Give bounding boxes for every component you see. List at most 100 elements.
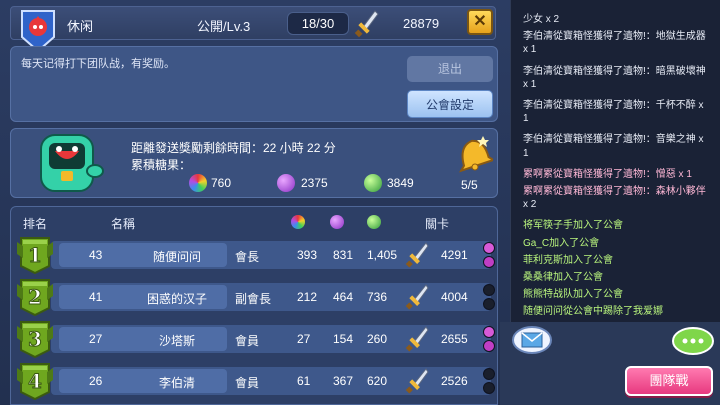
purple-candy-value: 367: [333, 374, 354, 388]
member-role: 副會長: [235, 292, 272, 306]
green-candy-value: 736: [367, 290, 388, 304]
rainbow-candy-value: 27: [297, 332, 311, 346]
rank-badge-icon: 1: [17, 237, 53, 274]
chat-message: 李伯清從寶箱怪獲得了遺物!：千杯不醉 x: [523, 100, 704, 111]
chat-message: 1: [523, 113, 529, 125]
table-row[interactable]: 3 27 沙塔斯 會員 27 154 260 2655: [17, 321, 495, 358]
rank-number: 2: [28, 285, 42, 309]
status-dot: [483, 382, 495, 394]
guild-settings-button[interactable]: 公會設定: [407, 90, 493, 118]
chat-message: 将军筷子手加入了公會: [523, 220, 623, 232]
stage-value: 4004: [441, 290, 468, 304]
rank-badge-icon: 3: [17, 321, 53, 358]
chat-message: 熊熊特战队加入了公會: [523, 289, 623, 301]
sword-icon: [405, 242, 429, 268]
member-name: 随便问问: [152, 250, 201, 264]
rainbow-candy-count: 760: [211, 176, 232, 190]
member-level: 26: [89, 374, 103, 388]
chat-message: 1: [523, 147, 529, 159]
purple-candy-icon: [330, 215, 344, 229]
guild-level: 公開/Lv.3: [197, 19, 251, 34]
guild-notice-text: 每天记得打下团队战，有奖励。: [21, 58, 175, 70]
stage-value: 2526: [441, 374, 468, 388]
table-row[interactable]: 1 43 随便问问 會長 393 831 1,405 4291: [17, 237, 495, 274]
chat-message: 少女 x 2: [523, 14, 560, 25]
guild-notice-panel: 每天记得打下团队战，有奖励。 退出 公會設定: [10, 46, 498, 122]
purple-candy-value: 154: [333, 332, 354, 346]
reward-countdown: 距離發送獎勵剩餘時間：22 小時 22 分: [131, 141, 336, 155]
table-row[interactable]: 4 26 李伯清 會員 61 367 620 2526: [17, 363, 495, 400]
rank-badge-icon: 4: [17, 363, 53, 400]
rank-badge-icon: 2: [17, 279, 53, 316]
status-dot: [483, 284, 495, 296]
purple-candy-value: 831: [333, 248, 354, 262]
green-candy-count: 3849: [387, 176, 414, 190]
rainbow-candy-icon: [189, 174, 207, 192]
sword-icon: [405, 368, 429, 394]
header-rank: 排名: [23, 217, 48, 231]
chat-message: 菲利克斯加入了公會: [523, 254, 613, 266]
reward-panel: 距離發送獎勵剩餘時間：22 小時 22 分 累積糖果： 760 2375 384…: [10, 128, 498, 198]
chat-message: x 1: [523, 44, 537, 56]
guild-header-bar: 休闲 公開/Lv.3 18/30 28879: [10, 6, 496, 53]
rank-number: 3: [28, 327, 42, 351]
rainbow-candy-value: 212: [297, 290, 318, 304]
leave-guild-button[interactable]: 退出: [407, 56, 493, 82]
raid-button[interactable]: 團隊戰: [625, 366, 713, 396]
chest-mascot-icon: [40, 134, 104, 192]
guild-power: 28879: [403, 16, 440, 31]
guild-name: 休闲: [67, 19, 94, 34]
green-candy-icon: [364, 174, 382, 192]
chat-message: 随便问问從公會中踢除了我爱娜: [523, 306, 663, 318]
header-stage: 關卡: [425, 217, 450, 231]
purple-candy-value: 464: [333, 290, 354, 304]
purple-candy-icon: [277, 174, 295, 192]
stage-value: 4291: [441, 248, 468, 262]
green-candy-icon: [367, 215, 381, 229]
rainbow-candy-value: 61: [297, 374, 311, 388]
chat-log[interactable]: 少女 x 2 李伯清從寶箱怪獲得了遺物!：地獄生成器 x 1 李伯清從寶箱怪獲得了遺…: [510, 0, 720, 322]
member-table: 排名 名稱 關卡 1 43 随便问问 會長 393 831 1,405 4291: [10, 206, 498, 405]
status-dot: [483, 256, 495, 268]
chat-message: 累啊累從寶箱怪獲得了遺物!：憎惡 x 1: [523, 168, 692, 180]
accumulated-candy-label: 累積糖果：: [131, 158, 192, 172]
guild-screen: 休闲 公開/Lv.3 18/30 28879 ✕ 每天记得打下团队战，有奖励。 …: [0, 0, 720, 405]
status-dot: [483, 298, 495, 310]
sword-icon: [405, 284, 429, 310]
close-button[interactable]: ✕: [467, 9, 493, 35]
member-level: 43: [89, 248, 103, 262]
chat-message: 李伯清從寶箱怪獲得了遺物!：暗黑破壞神: [523, 65, 706, 77]
status-dot: [483, 340, 495, 352]
bell-icon[interactable]: [453, 133, 493, 173]
member-level: 41: [89, 290, 103, 304]
header-name: 名稱: [111, 217, 136, 231]
member-role: 會員: [235, 334, 260, 348]
rainbow-candy-icon: [291, 215, 305, 229]
chat-bubble-icon[interactable]: [672, 327, 714, 357]
green-candy-value: 1,405: [367, 248, 398, 262]
chat-message: 李伯清從寶箱怪獲得了遺物!：地獄生成器: [523, 31, 706, 43]
sword-icon: [354, 10, 379, 38]
member-name: 沙塔斯: [158, 334, 195, 348]
mail-icon[interactable]: [512, 325, 552, 355]
table-header: 排名 名稱 關卡: [11, 207, 497, 237]
chat-message: 桑桑律加入了公會: [523, 272, 603, 283]
member-level: 27: [89, 332, 103, 346]
chat-message: x 1: [523, 78, 537, 90]
green-candy-value: 260: [367, 332, 388, 346]
bell-count: 5/5: [461, 178, 478, 192]
member-role: 會員: [235, 376, 260, 390]
status-dot: [483, 326, 495, 338]
chat-message: x 2: [523, 199, 537, 211]
rank-number: 1: [28, 243, 42, 267]
rank-number: 4: [28, 369, 42, 393]
stage-value: 2655: [441, 332, 468, 346]
table-row[interactable]: 2 41 困惑的汉子 副會長 212 464 736 4004: [17, 279, 495, 316]
member-count: 18/30: [287, 12, 349, 35]
member-name: 困惑的汉子: [146, 292, 207, 306]
sword-icon: [405, 326, 429, 352]
chat-message: 累啊累從寶箱怪獲得了遺物!：森林小夥伴: [523, 186, 706, 197]
green-candy-value: 620: [367, 374, 388, 388]
member-role: 會長: [235, 250, 260, 264]
chat-message: 李伯清從寶箱怪獲得了遺物!：音樂之神 x: [523, 134, 704, 146]
